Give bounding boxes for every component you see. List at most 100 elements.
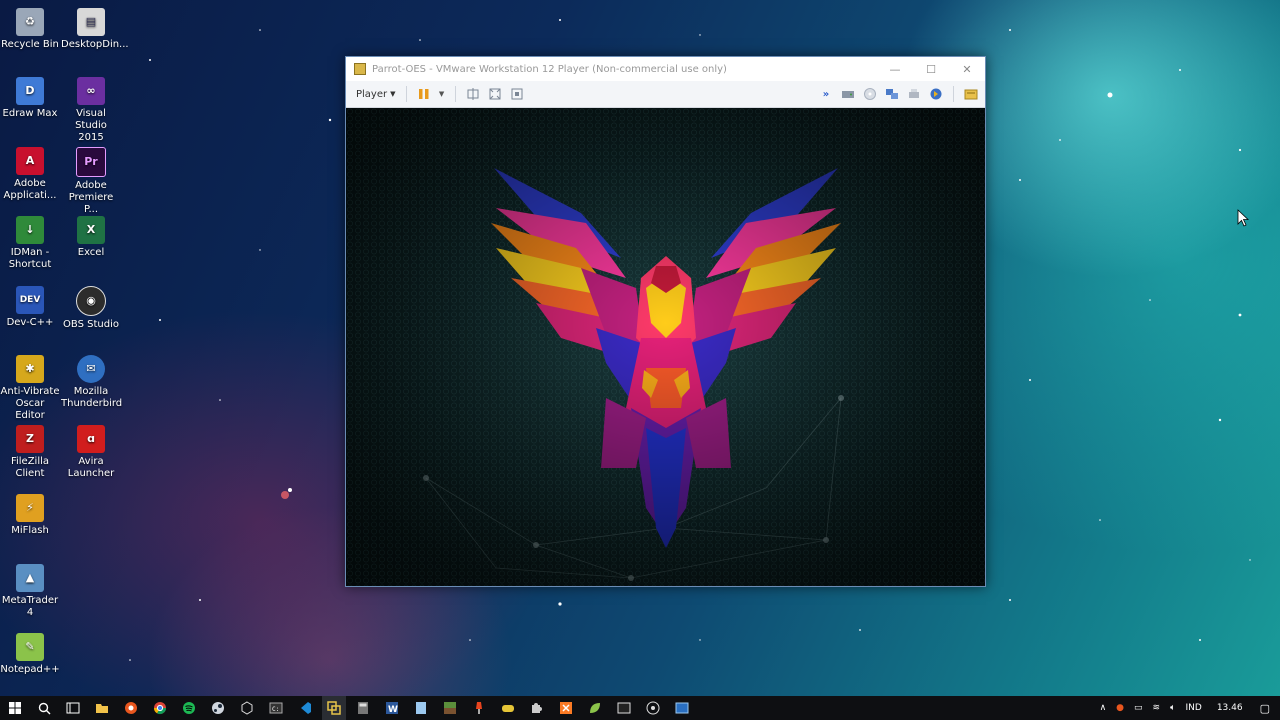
wifi-icon[interactable]: ≋ — [1153, 703, 1161, 713]
pause-button[interactable] — [416, 86, 432, 102]
start-button[interactable] — [3, 696, 27, 720]
taskbar-yellow-app[interactable] — [496, 696, 520, 720]
taskbar-steam[interactable] — [206, 696, 230, 720]
excel-icon: X — [77, 216, 105, 244]
system-tray: ∧ ● ▭ ≋ 🔈︎ IND 13.46 ▢ — [1095, 696, 1280, 720]
taskbar-chrome[interactable] — [148, 696, 172, 720]
sound-device-button[interactable] — [928, 86, 944, 102]
battery-icon[interactable]: ▭ — [1134, 703, 1143, 713]
desktop-icon-visual-studio[interactable]: ∞ Visual Studio 2015 — [61, 77, 121, 144]
taskbar-red-app[interactable] — [467, 696, 491, 720]
network-device-button[interactable] — [884, 86, 900, 102]
desktop-icon-adobe-applications[interactable]: A Adobe Applicati... — [0, 147, 60, 202]
chevron-down-icon: ▼ — [438, 90, 445, 98]
vmware-window[interactable]: Parrot-OES - VMware Workstation 12 Playe… — [345, 56, 986, 587]
taskbar-notes[interactable] — [409, 696, 433, 720]
sound-card-icon — [930, 88, 942, 100]
minecraft-icon — [444, 702, 456, 714]
desktop-icon-idman[interactable]: ↓ IDMan - Shortcut — [0, 216, 60, 271]
thunderbird-icon: ✉ — [77, 355, 105, 383]
device-arrow-button[interactable]: » — [818, 86, 834, 102]
language-indicator[interactable]: IND — [1186, 703, 1202, 713]
taskbar-console[interactable]: C: — [264, 696, 288, 720]
miflash-icon: ⚡ — [16, 494, 44, 522]
fullscreen-icon — [489, 88, 501, 100]
desktop-icon-obs[interactable]: ◉ OBS Studio — [61, 286, 121, 331]
desktop-icon-notepadpp[interactable]: ✎ Notepad++ — [0, 633, 60, 676]
desktop-icon-edraw-max[interactable]: D Edraw Max — [0, 77, 60, 120]
close-button[interactable]: ✕ — [949, 57, 985, 81]
desktop-icon-adobe-premiere[interactable]: Pr Adobe Premiere P... — [61, 147, 121, 216]
calculator-icon — [358, 702, 368, 714]
taskbar-puzzle[interactable] — [525, 696, 549, 720]
desktop-icon-avira[interactable]: ɑ Avira Launcher — [61, 425, 121, 480]
taskbar-terminal-app[interactable] — [612, 696, 636, 720]
taskbar-xampp[interactable] — [554, 696, 578, 720]
volume-icon[interactable]: 🔈︎ — [1170, 703, 1175, 713]
desktop-icon-miflash[interactable]: ⚡ MiFlash — [0, 494, 60, 537]
desktop-icon-excel[interactable]: X Excel — [61, 216, 121, 259]
taskbar-window-app[interactable] — [670, 696, 694, 720]
folder-icon — [96, 704, 108, 713]
filezilla-icon: Z — [16, 425, 44, 453]
desktop-icon-label: FileZilla Client — [10, 456, 50, 479]
task-view-button[interactable] — [61, 696, 85, 720]
taskbar-vmware[interactable] — [322, 696, 346, 720]
desktop-icon-label: OBS Studio — [63, 319, 119, 330]
clock[interactable]: 13.46 — [1217, 703, 1243, 713]
desktop-icon-label: IDMan - Shortcut — [8, 247, 52, 270]
mouse-cursor-icon — [1237, 209, 1249, 227]
vm-toolbar: Player ▼ ▼ » — [346, 81, 985, 108]
visual-studio-icon: ∞ — [77, 77, 105, 105]
taskbar-3d-app[interactable] — [235, 696, 259, 720]
taskbar-spotify[interactable] — [177, 696, 201, 720]
toolbar-divider — [405, 86, 407, 102]
cd-icon — [864, 88, 876, 100]
printer-icon — [909, 89, 919, 98]
taskbar-vs-code[interactable] — [293, 696, 317, 720]
maximize-button[interactable]: ☐ — [913, 57, 949, 81]
taskbar-word[interactable]: W — [380, 696, 404, 720]
desktop-icon-desktopdin[interactable]: ▤ DesktopDin... — [61, 8, 129, 51]
desktop-icon-devcpp[interactable]: DEV Dev-C++ — [0, 286, 60, 329]
taskbar-orange-app[interactable] — [119, 696, 143, 720]
taskbar-file-explorer[interactable] — [90, 696, 114, 720]
parrot-logo — [346, 108, 985, 586]
cd-device-button[interactable] — [862, 86, 878, 102]
player-menu[interactable]: Player ▼ — [352, 87, 400, 102]
premiere-icon: Pr — [76, 147, 106, 177]
send-ctrl-alt-del-button[interactable] — [465, 86, 481, 102]
power-dropdown-button[interactable]: ▼ — [438, 86, 446, 102]
message-log-button[interactable] — [963, 86, 979, 102]
minimize-button[interactable]: — — [877, 57, 913, 81]
desktop-icon-label: Adobe Premiere P... — [68, 180, 114, 215]
printer-device-button[interactable] — [906, 86, 922, 102]
vmware-app-icon — [354, 63, 366, 75]
taskbar-obs[interactable] — [641, 696, 665, 720]
keyboard-icon — [467, 88, 479, 100]
tray-app-icon[interactable]: ● — [1116, 703, 1124, 713]
window-title: Parrot-OES - VMware Workstation 12 Playe… — [372, 63, 727, 75]
word-icon: W — [386, 702, 398, 715]
oscar-icon: ✱ — [16, 355, 44, 383]
guest-display[interactable] — [346, 108, 985, 586]
taskbar-green-app[interactable] — [583, 696, 607, 720]
window-titlebar[interactable]: Parrot-OES - VMware Workstation 12 Playe… — [346, 57, 985, 81]
taskbar-minecraft[interactable] — [438, 696, 462, 720]
desktop-icon-oscar-editor[interactable]: ✱ Anti-Vibrate Oscar Editor — [0, 355, 60, 422]
obs-icon: ◉ — [76, 286, 106, 316]
desktop-icon-metatrader[interactable]: ▲ MetaTrader 4 — [0, 564, 60, 619]
desktop-icon-recycle-bin[interactable]: ♻ Recycle Bin — [0, 8, 60, 51]
action-center-icon[interactable]: ▢ — [1260, 702, 1270, 715]
unity-button[interactable] — [509, 86, 525, 102]
network-icon — [886, 89, 898, 99]
desktop-icon-thunderbird[interactable]: ✉ Mozilla Thunderbird — [61, 355, 122, 410]
tray-overflow-chevron-up-icon[interactable]: ∧ — [1100, 703, 1107, 713]
toolbar-divider — [953, 86, 954, 102]
code-icon — [617, 702, 631, 714]
hard-disk-device-button[interactable] — [840, 86, 856, 102]
search-button[interactable] — [32, 696, 56, 720]
fullscreen-button[interactable] — [487, 86, 503, 102]
desktop-icon-filezilla[interactable]: Z FileZilla Client — [0, 425, 60, 480]
taskbar-calculator[interactable] — [351, 696, 375, 720]
